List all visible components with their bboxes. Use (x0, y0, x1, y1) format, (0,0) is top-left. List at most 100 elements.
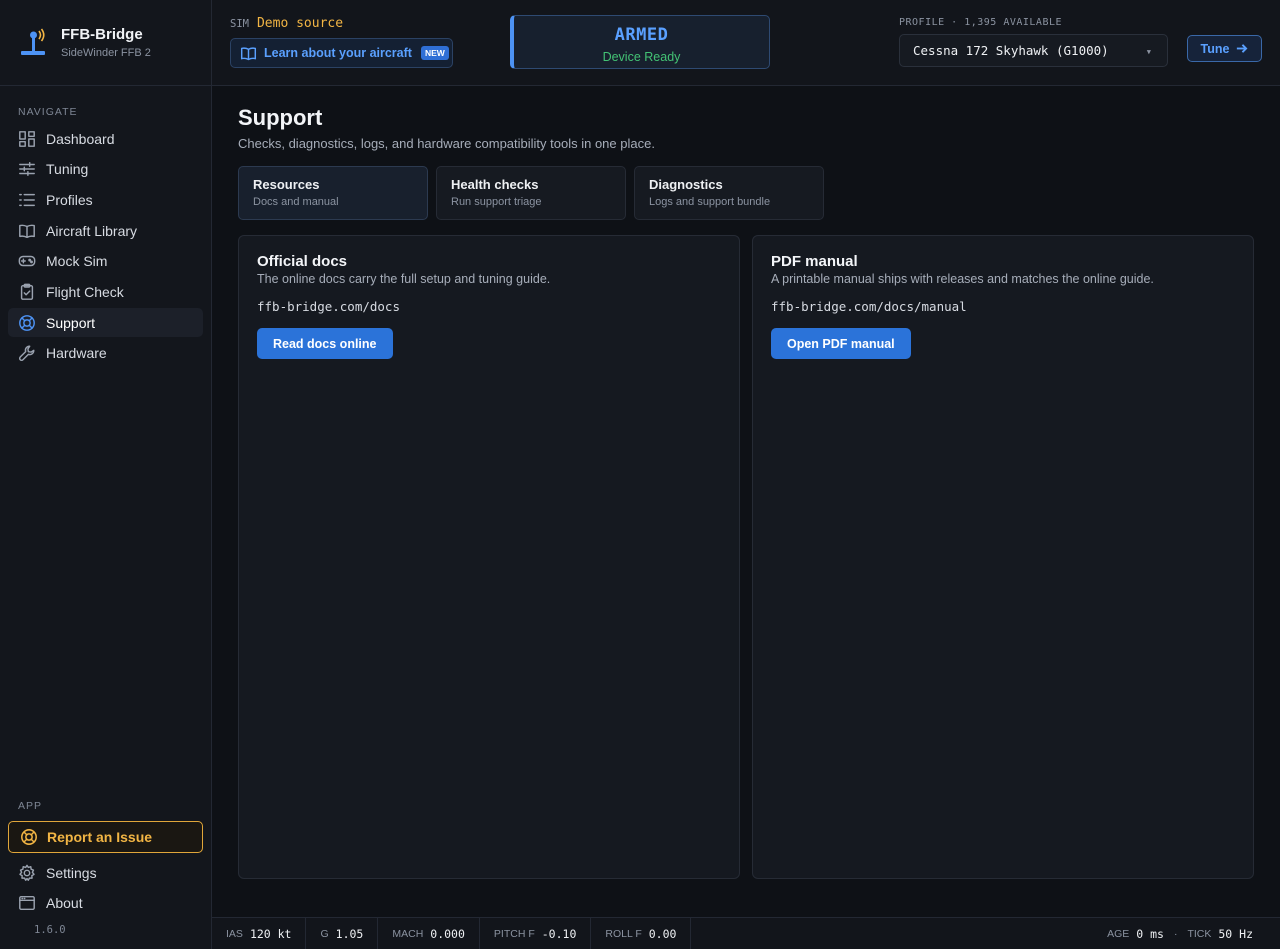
sidebar: FFB-Bridge SideWinder FFB 2 NAVIGATE Das… (0, 0, 212, 949)
tab-subtitle: Logs and support bundle (649, 196, 771, 208)
stat-value: -0.10 (541, 926, 577, 941)
sim-value: Demo source (256, 16, 344, 31)
stat-value: 0.000 (430, 926, 465, 941)
joystick-logo-icon (20, 28, 46, 58)
lifebuoy-icon (18, 314, 36, 332)
app-title: FFB-Bridge (61, 26, 143, 43)
dashboard-icon (18, 130, 36, 148)
navigate-section-label: NAVIGATE (18, 106, 78, 118)
profile-label: PROFILE · 1,395 AVAILABLE (899, 17, 1063, 28)
stat-value: 1.05 (335, 926, 364, 941)
manual-url: ffb-bridge.com/docs/manual (771, 299, 967, 314)
device-status-panel: ARMED Device Ready (510, 15, 770, 69)
lifebuoy-icon (21, 829, 37, 845)
stat-mach: MACH 0.000 (378, 917, 480, 949)
sidebar-item-dashboard[interactable]: Dashboard (8, 124, 203, 153)
tab-diagnostics[interactable]: Diagnostics Logs and support bundle (634, 166, 824, 220)
read-docs-online-button[interactable]: Read docs online (257, 328, 393, 359)
telemetry-status-bar: IAS 120 kt G 1.05 MACH 0.000 PITCH F -0.10 R… (212, 917, 1280, 949)
learn-aircraft-label: Learn about your aircraft (264, 46, 412, 60)
sidebar-item-label: Dashboard (46, 130, 115, 147)
device-ready-status: Device Ready (602, 50, 681, 64)
tab-resources[interactable]: Resources Docs and manual (238, 166, 428, 220)
sliders-icon (18, 160, 36, 178)
page-subtitle: Checks, diagnostics, logs, and hardware … (238, 136, 655, 151)
chevron-down-icon: ▼ (1146, 48, 1151, 56)
top-header: SIM Demo source Learn about your aircraf… (212, 0, 1280, 86)
learn-aircraft-button[interactable]: Learn about your aircraft NEW (230, 38, 453, 68)
tick-value: 50 Hz (1218, 927, 1253, 941)
window-icon (18, 894, 36, 912)
clipboard-check-icon (18, 283, 36, 301)
sidebar-item-label: Tuning (46, 161, 89, 178)
page-title: Support (238, 105, 323, 130)
stat-value: 0.00 (648, 926, 677, 941)
sidebar-item-tuning[interactable]: Tuning (8, 155, 203, 184)
docs-url: ffb-bridge.com/docs (257, 299, 400, 314)
sidebar-item-flight-check[interactable]: Flight Check (8, 277, 203, 306)
stat-value: 120 kt (249, 926, 292, 941)
sidebar-item-aircraft-library[interactable]: Aircraft Library (8, 216, 203, 245)
sidebar-item-label: Profiles (46, 191, 93, 208)
tab-title: Resources (253, 177, 320, 192)
card-title: PDF manual (771, 253, 858, 270)
timing-stats: AGE 0 ms · TICK 50 Hz (1107, 927, 1253, 941)
profile-select[interactable]: Cessna 172 Skyhawk (G1000) ▼ (899, 34, 1168, 67)
stat-ias: IAS 120 kt (212, 917, 307, 949)
sidebar-item-label: Settings (46, 864, 97, 881)
nav-list: Dashboard Tuning Profiles Aircraft Libra… (8, 124, 203, 370)
separator-dot: · (1173, 928, 1178, 940)
stat-roll-force: ROLL F 0.00 (591, 917, 692, 949)
gear-icon (18, 864, 36, 882)
tune-button[interactable]: Tune (1187, 35, 1262, 62)
sim-label: SIM (230, 18, 249, 30)
tick-label: TICK (1187, 928, 1212, 940)
arrow-right-icon (1237, 44, 1248, 53)
age-value: 0 ms (1136, 927, 1164, 941)
book-icon (240, 46, 257, 60)
tab-health-checks[interactable]: Health checks Run support triage (436, 166, 626, 220)
new-badge: NEW (420, 46, 449, 60)
sidebar-item-profiles[interactable]: Profiles (8, 185, 203, 214)
stat-label: G (320, 927, 329, 940)
sidebar-item-settings[interactable]: Settings (8, 858, 203, 887)
stat-label: ROLL F (605, 927, 642, 940)
age-label: AGE (1107, 928, 1130, 940)
device-name: SideWinder FFB 2 (61, 47, 151, 59)
sidebar-item-hardware[interactable]: Hardware (8, 339, 203, 368)
profile-selected-value: Cessna 172 Skyhawk (G1000) (913, 43, 1109, 58)
sidebar-item-about[interactable]: About (8, 889, 203, 918)
sidebar-item-label: Flight Check (46, 283, 124, 300)
app-section-label: APP (18, 800, 43, 812)
sidebar-item-label: Support (46, 314, 96, 331)
stat-g: G 1.05 (306, 917, 379, 949)
pdf-manual-card: PDF manual A printable manual ships with… (752, 235, 1254, 879)
card-description: The online docs carry the full setup and… (257, 272, 551, 286)
tune-label: Tune (1200, 41, 1230, 56)
armed-status: ARMED (614, 25, 669, 45)
report-issue-button[interactable]: Report an Issue (8, 821, 203, 853)
sidebar-item-support[interactable]: Support (8, 308, 203, 338)
book-icon (18, 222, 36, 240)
official-docs-card: Official docs The online docs carry the … (238, 235, 740, 879)
sidebar-item-label: About (46, 895, 83, 912)
stat-label: MACH (392, 927, 424, 940)
stat-pitch-force: PITCH F -0.10 (480, 917, 592, 949)
open-pdf-manual-button[interactable]: Open PDF manual (771, 328, 911, 359)
wrench-icon (18, 344, 36, 362)
app-version: 1.6.0 (34, 924, 66, 936)
support-tabs: Resources Docs and manual Health checks … (238, 166, 832, 220)
tab-subtitle: Run support triage (451, 196, 542, 208)
stat-label: PITCH F (493, 927, 535, 940)
card-title: Official docs (257, 253, 348, 270)
sidebar-item-label: Mock Sim (46, 253, 108, 270)
app-list: Settings About (8, 858, 203, 919)
brand: FFB-Bridge SideWinder FFB 2 (0, 0, 211, 86)
sidebar-item-label: Hardware (46, 345, 107, 362)
sim-source: SIM Demo source (230, 16, 343, 31)
sidebar-item-mock-sim[interactable]: Mock Sim (8, 247, 203, 276)
card-description: A printable manual ships with releases a… (771, 272, 1154, 286)
list-icon (18, 191, 36, 209)
sidebar-item-label: Aircraft Library (46, 222, 138, 239)
tab-title: Diagnostics (649, 177, 723, 192)
